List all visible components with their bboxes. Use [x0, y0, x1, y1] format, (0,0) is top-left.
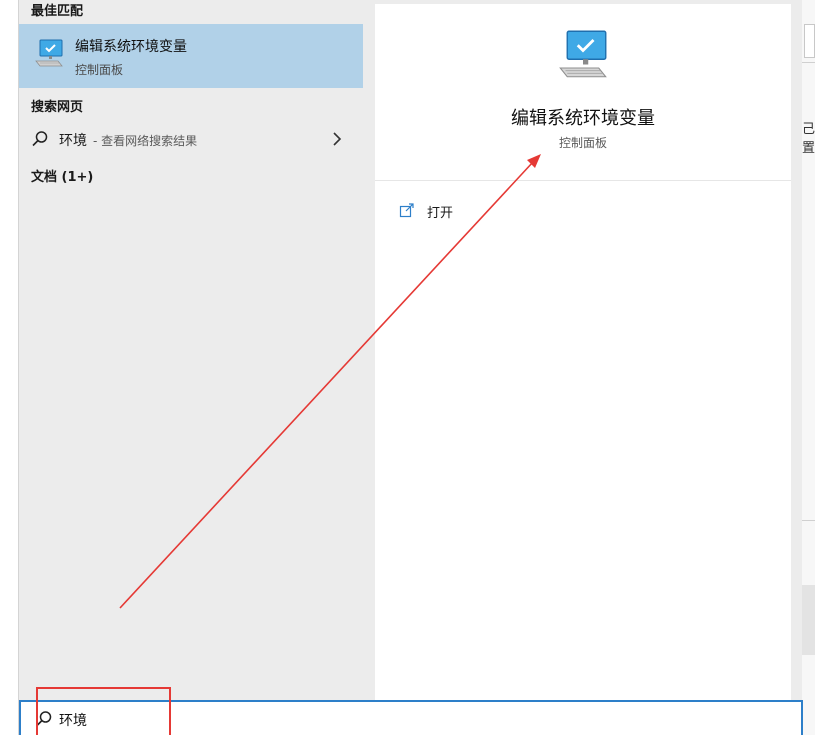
preview-title: 编辑系统环境变量: [511, 108, 655, 129]
screen: 最佳匹配 编辑系统环境变量 控制面板 搜索网页 环境 - 查看网络搜索结果 文档…: [0, 0, 815, 735]
web-search-header: 搜索网页: [31, 100, 84, 115]
preview-divider: [375, 180, 791, 181]
search-input[interactable]: 环境: [59, 710, 87, 730]
best-match-result[interactable]: 编辑系统环境变量 控制面板: [19, 24, 363, 88]
best-match-subtitle: 控制面板: [75, 63, 124, 77]
background-control: [804, 24, 815, 58]
open-button[interactable]: 打开: [395, 198, 515, 224]
open-button-label: 打开: [427, 206, 454, 221]
search-box[interactable]: 环境: [19, 700, 803, 735]
monitor-settings-icon: [559, 30, 607, 78]
background-text-fragment: 己置: [802, 122, 815, 156]
search-icon: [36, 711, 52, 727]
best-match-title: 编辑系统环境变量: [75, 39, 187, 55]
preview-pane: 编辑系统环境变量 控制面板 打开: [375, 4, 791, 700]
desktop-edge: [0, 0, 19, 735]
search-results-panel: 最佳匹配 编辑系统环境变量 控制面板 搜索网页 环境 - 查看网络搜索结果 文档…: [19, 0, 363, 700]
best-match-header: 最佳匹配: [31, 4, 84, 19]
background-divider: [802, 520, 815, 521]
background-divider: [802, 62, 815, 63]
open-icon: [399, 203, 414, 218]
background-window: 己置: [802, 0, 815, 735]
web-search-query: 环境: [59, 133, 87, 149]
web-search-hint: - 查看网络搜索结果: [93, 134, 198, 148]
web-search-result[interactable]: 环境 - 查看网络搜索结果: [19, 122, 363, 156]
chevron-right-icon[interactable]: [331, 131, 343, 147]
documents-header[interactable]: 文档 (1+): [31, 166, 93, 185]
monitor-settings-icon: [35, 39, 63, 67]
preview-subtitle: 控制面板: [558, 136, 607, 150]
background-panel: [802, 585, 815, 655]
search-icon: [32, 131, 48, 147]
